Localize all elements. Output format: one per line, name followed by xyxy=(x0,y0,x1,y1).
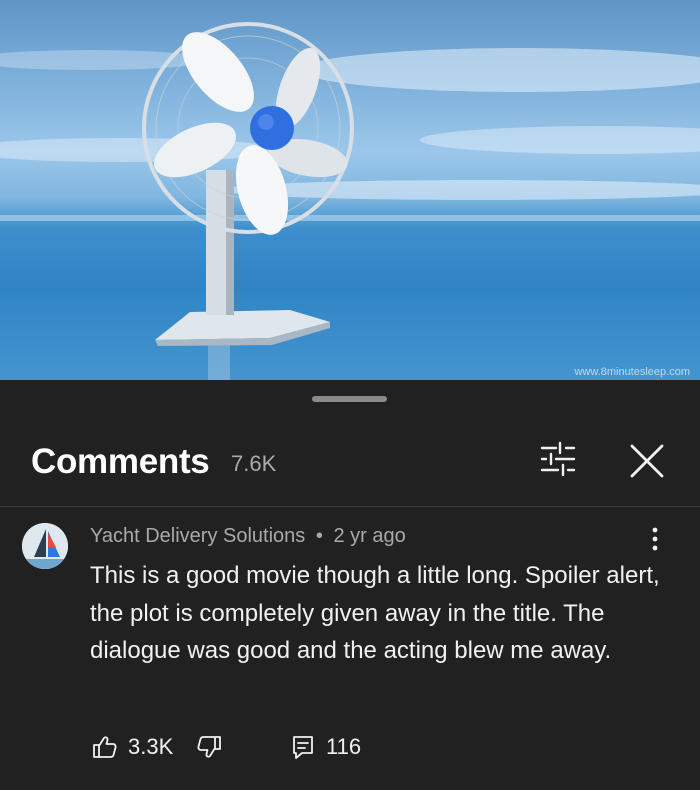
comments-title: Comments xyxy=(31,442,210,481)
comment-text: This is a good movie though a little lon… xyxy=(90,562,660,664)
like-count: 3.3K xyxy=(128,734,174,759)
reply-button[interactable]: 116 xyxy=(290,734,361,760)
more-vertical-icon xyxy=(652,527,658,551)
comments-count: 7.6K xyxy=(231,451,277,476)
like-button[interactable]: 3.3K xyxy=(92,734,173,760)
thumbs-up-icon xyxy=(93,736,117,758)
comment-meta: Yacht Delivery Solutions • 2 yr ago xyxy=(90,525,406,548)
avatar[interactable] xyxy=(22,523,68,569)
meta-separator: • xyxy=(315,525,323,547)
thumbs-down-icon xyxy=(197,736,221,758)
drag-handle[interactable] xyxy=(312,396,387,402)
comment-more-button[interactable] xyxy=(642,524,668,554)
sliders-icon xyxy=(540,441,576,477)
close-button[interactable] xyxy=(626,440,668,482)
video-thumbnail-image xyxy=(0,22,700,380)
sort-filter-button[interactable] xyxy=(536,440,580,478)
video-watermark: www.8minutesleep.com xyxy=(574,366,690,378)
comments-panel: Comments 7.6K Yacht Delivery Solutions •… xyxy=(0,380,700,790)
comment-author[interactable]: Yacht Delivery Solutions xyxy=(90,525,305,547)
sailboat-avatar-icon xyxy=(22,523,68,569)
dislike-button[interactable] xyxy=(196,734,222,760)
comment-time: 2 yr ago xyxy=(333,525,406,547)
header-divider xyxy=(0,506,700,507)
video-player[interactable]: www.8minutesleep.com xyxy=(0,0,700,380)
close-icon xyxy=(630,444,664,478)
reply-count: 116 xyxy=(326,734,362,759)
reply-icon xyxy=(293,736,313,759)
